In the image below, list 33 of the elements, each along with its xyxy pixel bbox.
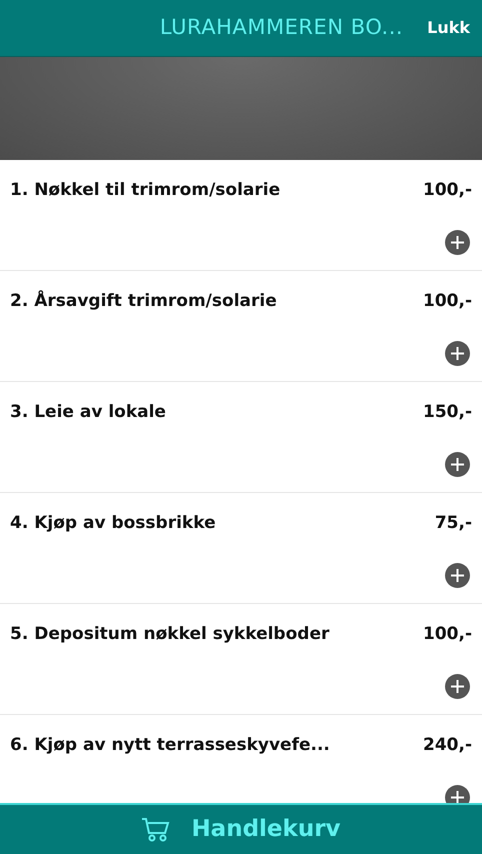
product-price: 150,- xyxy=(423,401,472,424)
product-name: 2. Årsavgift trimrom/solarie xyxy=(10,289,277,313)
product-price: 75,- xyxy=(434,512,472,535)
product-name: 6. Kjøp av nytt terrasseskyvefe... xyxy=(10,734,330,757)
add-button[interactable] xyxy=(445,340,470,366)
product-price: 100,- xyxy=(423,623,472,646)
plus-icon xyxy=(450,568,465,582)
add-button[interactable] xyxy=(445,784,470,803)
plus-icon xyxy=(450,346,465,360)
add-button[interactable] xyxy=(445,452,470,476)
product-name: 1. Nøkkel til trimrom/solarie xyxy=(10,179,280,202)
product-row[interactable]: 5. Depositum nøkkel sykkelboder 100,- xyxy=(0,604,482,715)
product-price: 100,- xyxy=(423,179,472,202)
add-button[interactable] xyxy=(445,562,470,588)
product-row[interactable]: 4. Kjøp av bossbrikke 75,- xyxy=(0,493,482,604)
product-price: 100,- xyxy=(423,290,472,313)
header-title: LURAHAMMEREN BO... xyxy=(160,14,404,42)
product-row[interactable]: 2. Årsavgift trimrom/solarie 100,- xyxy=(0,271,482,382)
product-price: 240,- xyxy=(423,734,472,757)
cart-icon xyxy=(141,816,172,842)
product-row[interactable]: 3. Leie av lokale 150,- xyxy=(0,382,482,493)
cart-button[interactable]: Handlekurv xyxy=(0,803,482,854)
plus-icon xyxy=(450,234,465,250)
plus-icon xyxy=(450,678,465,694)
plus-icon xyxy=(450,790,465,803)
product-name: 5. Depositum nøkkel sykkelboder xyxy=(10,623,330,646)
add-button[interactable] xyxy=(445,230,470,254)
product-name: 4. Kjøp av bossbrikke xyxy=(10,512,216,535)
plus-icon xyxy=(450,456,465,472)
product-name: 3. Leie av lokale xyxy=(10,401,166,424)
product-row[interactable]: 1. Nøkkel til trimrom/solarie 100,- xyxy=(0,160,482,271)
add-button[interactable] xyxy=(445,674,470,698)
close-button[interactable]: Lukk xyxy=(427,16,470,40)
